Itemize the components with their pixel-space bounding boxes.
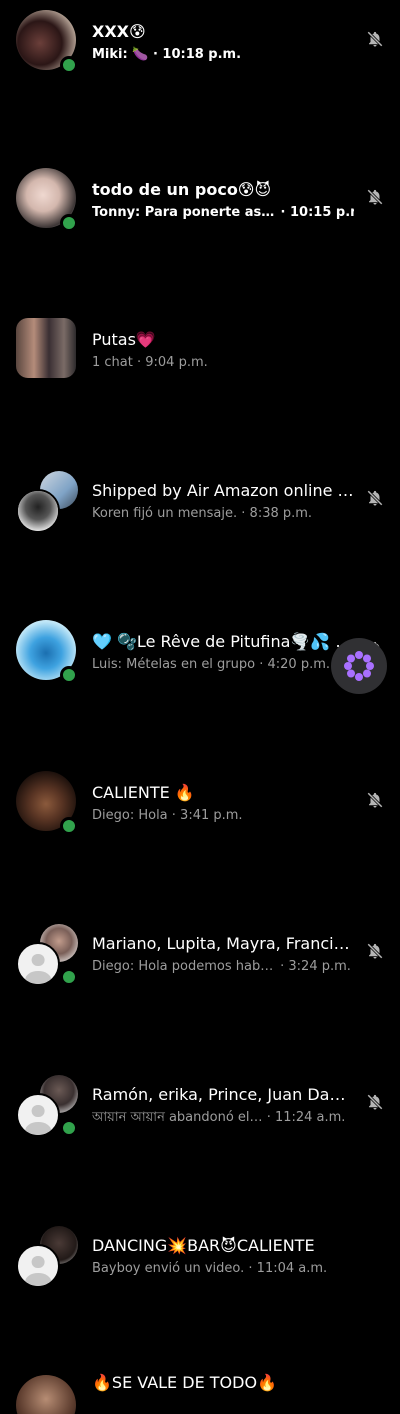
online-indicator <box>60 666 78 684</box>
chat-title: Mariano, Lupita, Mayra, Francisco… <box>92 934 354 953</box>
chat-avatar[interactable] <box>16 1375 76 1414</box>
last-message: Diego: Hola <box>92 808 168 823</box>
chat-subtitle: Miki: 🍆 · 10:18 p.m. <box>92 46 354 64</box>
message-time: · 10:18 p.m. <box>152 47 242 62</box>
message-time: · 11:04 a.m. <box>248 1261 328 1276</box>
chat-avatar[interactable] <box>16 1073 80 1137</box>
message-time: · 11:24 a.m. <box>266 1110 346 1125</box>
last-message: Diego: Hola podemos habla… <box>92 959 276 974</box>
chat-subtitle: Diego: Hola podemos habla… · 3:24 p.m. <box>92 958 354 976</box>
chat-row-1[interactable]: todo de un poco😰😈 Tonny: Para ponerte as… <box>0 158 400 233</box>
member-photo <box>16 489 60 533</box>
message-time: · 10:15 p.m. <box>280 205 354 220</box>
last-message: 1 chat <box>92 355 133 370</box>
meta-ai-button[interactable] <box>331 638 387 694</box>
chat-avatar[interactable] <box>16 922 80 986</box>
chat-row-3[interactable]: Shipped by Air Amazon online pr… Koren f… <box>0 459 400 534</box>
chat-row-0[interactable]: XXX😰 Miki: 🍆 · 10:18 p.m. <box>0 0 400 75</box>
message-time: · 8:38 p.m. <box>241 506 313 521</box>
last-message: আয়ান আয়ান abandonó el… <box>92 1110 263 1125</box>
bell-slash-icon <box>367 490 383 506</box>
chat-row-2[interactable]: Putas💗 1 chat · 9:04 p.m. <box>0 308 400 383</box>
online-indicator <box>60 968 78 986</box>
chat-subtitle: Luis: Mételas en el grupo · 4:20 p.m. <box>92 656 354 674</box>
chat-avatar[interactable] <box>16 1224 80 1288</box>
chat-title: 🩵 🫧Le Rêve de Pitufina🌪️💦 (E… <box>92 632 354 651</box>
chat-title: Ramón, erika, Prince, Juan Daniel,… <box>92 1085 354 1104</box>
online-indicator <box>60 214 78 232</box>
bell-slash-icon <box>367 943 383 959</box>
chat-avatar[interactable] <box>16 318 76 378</box>
chat-title: 🔥SE VALE DE TODO🔥 <box>92 1373 277 1392</box>
chat-row-6[interactable]: Mariano, Lupita, Mayra, Francisco… Diego… <box>0 912 400 987</box>
chat-title: todo de un poco😰😈 <box>92 180 272 199</box>
bell-slash-icon <box>367 1094 383 1110</box>
chat-row-8[interactable]: DANCING💥BAR😈CALIENTE Bayboy envió un vid… <box>0 1214 400 1289</box>
message-time: · 3:24 p.m. <box>280 959 351 974</box>
chat-avatar[interactable] <box>16 10 78 74</box>
chat-subtitle: Tonny: Para ponerte así… · 10:15 p.m. <box>92 204 354 222</box>
last-message: Koren fijó un mensaje. <box>92 506 238 521</box>
last-message: Luis: Mételas en el grupo <box>92 657 256 672</box>
default-avatar-icon <box>16 942 60 986</box>
chat-list: XXX😰 Miki: 🍆 · 10:18 p.m. todo de un poc… <box>0 0 400 1414</box>
chat-row-7[interactable]: Ramón, erika, Prince, Juan Daniel,… আয়া… <box>0 1063 400 1138</box>
message-time: · 9:04 p.m. <box>137 355 208 370</box>
chat-title: Putas💗 <box>92 330 156 349</box>
chat-title: XXX😰 <box>92 22 146 41</box>
meta-ai-icon <box>344 651 374 681</box>
online-indicator <box>60 1119 78 1137</box>
chat-title: Shipped by Air Amazon online pr… <box>92 481 354 500</box>
message-time: · 4:20 p.m. <box>259 657 331 672</box>
chat-subtitle: Diego: Hola · 3:41 p.m. <box>92 807 354 825</box>
chat-title: DANCING💥BAR😈CALIENTE <box>92 1236 315 1255</box>
chat-title: CALIENTE 🔥 <box>92 783 195 802</box>
default-avatar-icon <box>16 1244 60 1288</box>
bell-slash-icon <box>367 189 383 205</box>
bell-slash-icon <box>367 792 383 808</box>
community-photo <box>16 318 76 378</box>
group-photo <box>16 1375 76 1414</box>
chat-avatar[interactable] <box>16 469 80 533</box>
online-indicator <box>60 817 78 835</box>
chat-row-5[interactable]: CALIENTE 🔥 Diego: Hola · 3:41 p.m. <box>0 761 400 836</box>
chat-subtitle: Bayboy envió un video. · 11:04 a.m. <box>92 1260 354 1278</box>
chat-avatar[interactable] <box>16 620 78 684</box>
chat-row-9[interactable]: 🔥SE VALE DE TODO🔥 <box>0 1365 400 1414</box>
last-message: Miki: 🍆 <box>92 47 149 62</box>
chat-avatar[interactable] <box>16 771 78 835</box>
chat-subtitle: Koren fijó un mensaje. · 8:38 p.m. <box>92 505 354 523</box>
bell-slash-icon <box>367 31 383 47</box>
chat-subtitle: 1 chat · 9:04 p.m. <box>92 354 354 372</box>
chat-subtitle: আয়ান আয়ান abandonó el… · 11:24 a.m. <box>92 1109 354 1127</box>
chat-avatar[interactable] <box>16 168 78 232</box>
last-message: Bayboy envió un video. <box>92 1261 245 1276</box>
last-message: Tonny: Para ponerte así… <box>92 205 276 220</box>
online-indicator <box>60 56 78 74</box>
default-avatar-icon <box>16 1093 60 1137</box>
message-time: · 3:41 p.m. <box>171 808 243 823</box>
